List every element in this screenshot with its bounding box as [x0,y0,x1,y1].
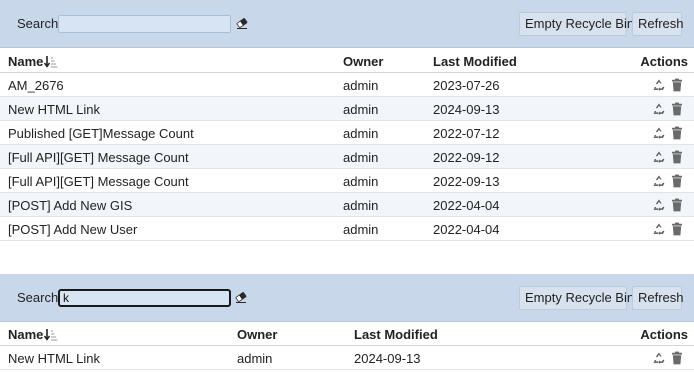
refresh-button[interactable]: Refresh [632,286,684,310]
row-owner: admin [343,150,379,165]
table-row[interactable]: [POST] Add New GIS admin 2022-04-04 [0,193,694,217]
recycle-icon[interactable] [652,150,666,164]
eraser-icon[interactable] [235,16,249,30]
row-last-modified: 2022-04-04 [433,198,500,213]
panel-separator [0,246,694,274]
empty-recycle-bin-button[interactable]: Empty Recycle Bin [519,12,634,36]
row-name: New HTML Link [8,351,100,366]
row-last-modified: 2022-09-13 [433,174,500,189]
sort-descending-icon [44,329,58,341]
row-name: [Full API][GET] Message Count [8,150,189,165]
recycle-icon[interactable] [652,174,666,188]
trash-icon[interactable] [670,102,684,116]
trash-icon[interactable] [670,150,684,164]
row-owner: admin [343,126,379,141]
empty-recycle-bin-button[interactable]: Empty Recycle Bin [519,286,634,310]
search-label: Search [17,290,59,305]
toolbar: Search Empty Recycle Bin Refresh [0,0,694,48]
search-input[interactable] [58,289,231,307]
row-owner: admin [343,222,379,237]
row-last-modified: 2024-09-13 [354,351,421,366]
column-header-name[interactable]: Name [8,327,58,342]
recycle-icon[interactable] [652,351,666,365]
recycle-icon[interactable] [652,198,666,212]
recycle-bin-panel-top: Search Empty Recycle Bin Refresh Name Ow… [0,0,694,246]
row-owner: admin [343,102,379,117]
row-last-modified: 2024-09-13 [433,102,500,117]
table-row[interactable]: Published [GET]Message Count admin 2022-… [0,121,694,145]
recycle-icon[interactable] [652,102,666,116]
row-name: AM_2676 [8,78,64,93]
row-last-modified: 2022-07-12 [433,126,500,141]
column-header-name[interactable]: Name [8,54,58,69]
row-last-modified: 2023-07-26 [433,78,500,93]
recycle-icon[interactable] [652,222,666,236]
column-header-last-modified[interactable]: Last Modified [433,54,517,69]
recycle-icon[interactable] [652,78,666,92]
column-header-name-label: Name [8,54,44,69]
table-row[interactable]: AM_2676 admin 2023-07-26 [0,73,694,97]
table-row[interactable]: New HTML Link admin 2024-09-13 [0,346,694,370]
table-row[interactable]: New HTML Link admin 2024-09-13 [0,97,694,121]
search-label: Search [17,16,59,31]
table-row[interactable]: [Full API][GET] Message Count admin 2022… [0,145,694,169]
refresh-button[interactable]: Refresh [632,12,684,36]
trash-icon[interactable] [670,174,684,188]
column-header-actions: Actions [640,54,688,69]
table-header: Name Owner Last Modified Actions [0,322,694,346]
trash-icon[interactable] [670,78,684,92]
row-name: Published [GET]Message Count [8,126,194,141]
column-header-last-modified[interactable]: Last Modified [354,327,438,342]
row-name: [Full API][GET] Message Count [8,174,189,189]
row-name: [POST] Add New User [8,222,138,237]
column-header-owner[interactable]: Owner [343,54,383,69]
row-last-modified: 2022-04-04 [433,222,500,237]
row-name: New HTML Link [8,102,100,117]
row-owner: admin [343,198,379,213]
row-name: [POST] Add New GIS [8,198,133,213]
trash-icon[interactable] [670,351,684,365]
recycle-bin-panel-bottom: Search Empty Recycle Bin Refresh Name Ow… [0,274,694,373]
row-owner: admin [237,351,273,366]
column-header-owner[interactable]: Owner [237,327,277,342]
trash-icon[interactable] [670,222,684,236]
row-owner: admin [343,78,379,93]
eraser-icon[interactable] [234,290,248,304]
toolbar: Search Empty Recycle Bin Refresh [0,274,694,322]
row-owner: admin [343,174,379,189]
table-row[interactable]: [Full API][GET] Message Count admin 2022… [0,169,694,193]
table-row[interactable]: [POST] Add New User admin 2022-04-04 [0,217,694,241]
column-header-name-label: Name [8,327,44,342]
row-last-modified: 2022-09-12 [433,150,500,165]
table-header: Name Owner Last Modified Actions [0,49,694,73]
sort-descending-icon [44,56,58,68]
column-header-actions: Actions [640,327,688,342]
recycle-icon[interactable] [652,126,666,140]
trash-icon[interactable] [670,126,684,140]
trash-icon[interactable] [670,198,684,212]
search-input[interactable] [58,15,231,33]
